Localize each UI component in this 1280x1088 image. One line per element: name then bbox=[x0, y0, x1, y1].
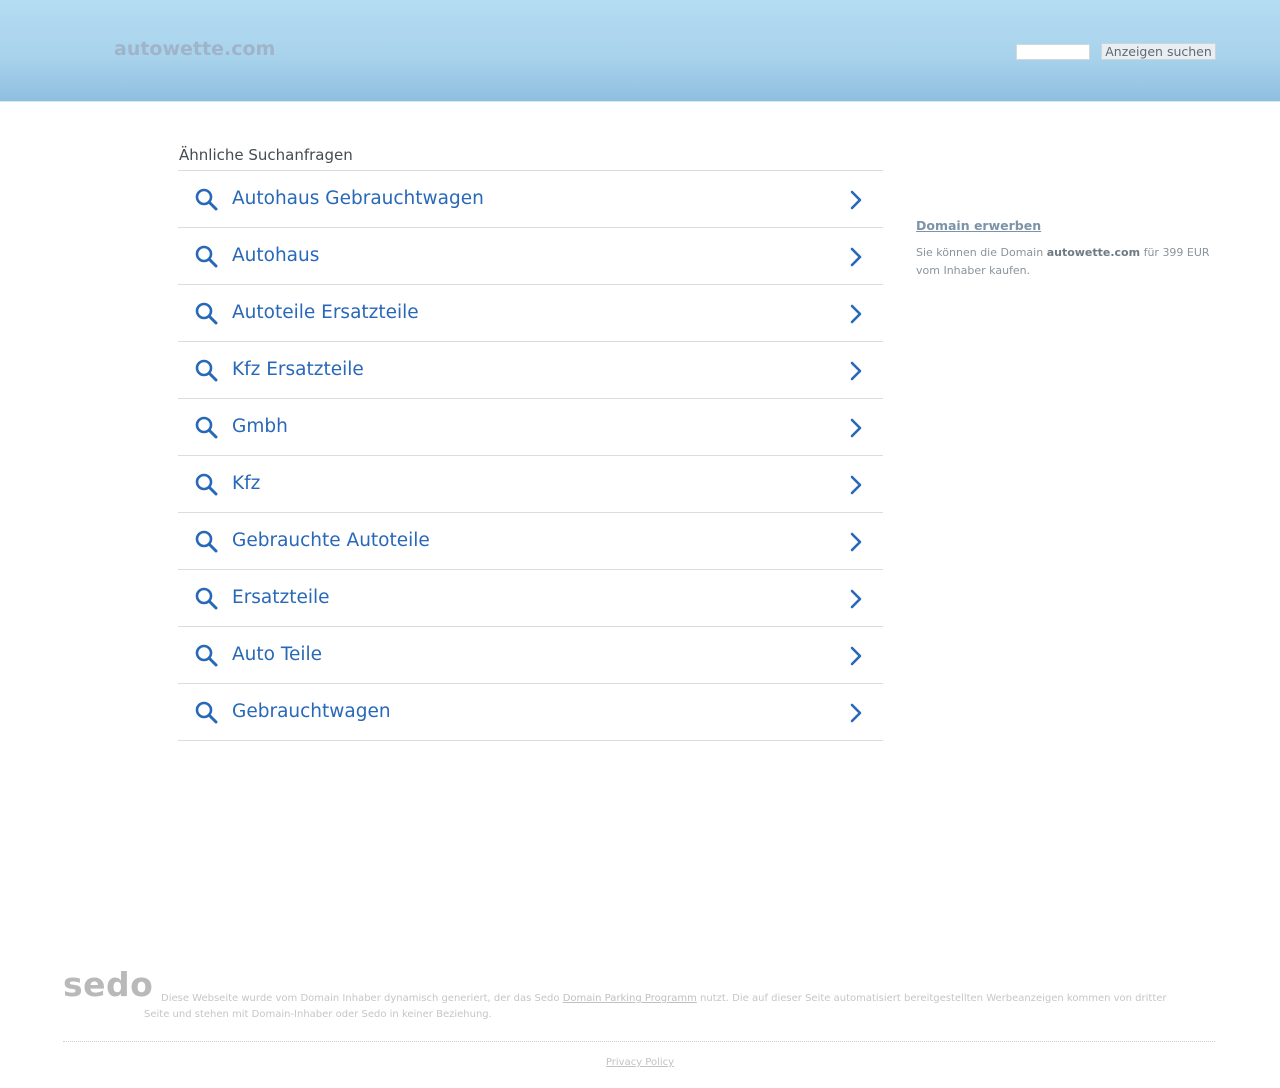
chevron-right-icon bbox=[850, 304, 862, 324]
search-icon bbox=[195, 302, 218, 325]
related-search-item[interactable]: Autohaus Gebrauchtwagen bbox=[178, 171, 883, 228]
privacy-policy-link[interactable]: Privacy Policy bbox=[606, 1057, 674, 1068]
buy-domain-text-before: Sie können die Domain bbox=[916, 246, 1047, 259]
disclaimer-before: Diese Webseite wurde vom Domain Inhaber … bbox=[161, 993, 563, 1004]
related-search-label[interactable]: Gmbh bbox=[232, 416, 288, 437]
chevron-right-icon bbox=[850, 589, 862, 609]
related-search-label[interactable]: Ersatzteile bbox=[232, 587, 330, 608]
footer-divider bbox=[63, 1041, 1215, 1042]
search-input[interactable] bbox=[1016, 44, 1090, 60]
related-search-label[interactable]: Kfz Ersatzteile bbox=[232, 359, 364, 380]
search-icon bbox=[195, 587, 218, 610]
chevron-right-icon bbox=[850, 190, 862, 210]
related-search-item[interactable]: Auto Teile bbox=[178, 627, 883, 684]
search-icon bbox=[195, 245, 218, 268]
related-search-item[interactable]: Autoteile Ersatzteile bbox=[178, 285, 883, 342]
search-icon bbox=[195, 701, 218, 724]
chevron-right-icon bbox=[850, 247, 862, 267]
buy-domain-name: autowette.com bbox=[1046, 246, 1141, 259]
related-search-item[interactable]: Autohaus bbox=[178, 228, 883, 285]
search-icon bbox=[195, 530, 218, 553]
related-search-item[interactable]: Kfz Ersatzteile bbox=[178, 342, 883, 399]
related-search-item[interactable]: Kfz bbox=[178, 456, 883, 513]
chevron-right-icon bbox=[850, 475, 862, 495]
search-icon bbox=[195, 188, 218, 211]
buy-domain-text: Sie können die Domain autowette.com für … bbox=[916, 244, 1216, 280]
buy-domain-link[interactable]: Domain erwerben bbox=[916, 218, 1041, 233]
related-search-item[interactable]: Gmbh bbox=[178, 399, 883, 456]
related-searches-title: Ähnliche Suchanfragen bbox=[179, 146, 353, 164]
related-searches-list: Autohaus Gebrauchtwagen Autohaus Autoteile… bbox=[178, 170, 883, 741]
related-search-label[interactable]: Autoteile Ersatzteile bbox=[232, 302, 419, 323]
related-search-item[interactable]: Gebrauchte Autoteile bbox=[178, 513, 883, 570]
search-icon bbox=[195, 644, 218, 667]
related-search-label[interactable]: Autohaus bbox=[232, 245, 319, 266]
chevron-right-icon bbox=[850, 361, 862, 381]
related-search-item[interactable]: Ersatzteile bbox=[178, 570, 883, 627]
search-icon bbox=[195, 416, 218, 439]
chevron-right-icon bbox=[850, 418, 862, 438]
chevron-right-icon bbox=[850, 646, 862, 666]
related-search-item[interactable]: Gebrauchtwagen bbox=[178, 684, 883, 741]
related-search-label[interactable]: Autohaus Gebrauchtwagen bbox=[232, 188, 484, 209]
disclaimer-text: Diese Webseite wurde vom Domain Inhaber … bbox=[144, 991, 1184, 1023]
site-logo[interactable]: autowette.com bbox=[114, 38, 275, 60]
domain-parking-link[interactable]: Domain Parking Programm bbox=[563, 993, 697, 1004]
related-search-label[interactable]: Gebrauchtwagen bbox=[232, 701, 391, 722]
related-search-label[interactable]: Kfz bbox=[232, 473, 260, 494]
chevron-right-icon bbox=[850, 703, 862, 723]
header-bar: autowette.com Anzeigen suchen bbox=[0, 0, 1280, 102]
privacy-container: Privacy Policy bbox=[0, 1057, 1280, 1068]
related-search-label[interactable]: Auto Teile bbox=[232, 644, 322, 665]
chevron-right-icon bbox=[850, 532, 862, 552]
related-search-label[interactable]: Gebrauchte Autoteile bbox=[232, 530, 430, 551]
sedo-logo: sedo bbox=[63, 965, 154, 1004]
search-icon bbox=[195, 473, 218, 496]
search-button[interactable]: Anzeigen suchen bbox=[1101, 43, 1216, 60]
search-icon bbox=[195, 359, 218, 382]
